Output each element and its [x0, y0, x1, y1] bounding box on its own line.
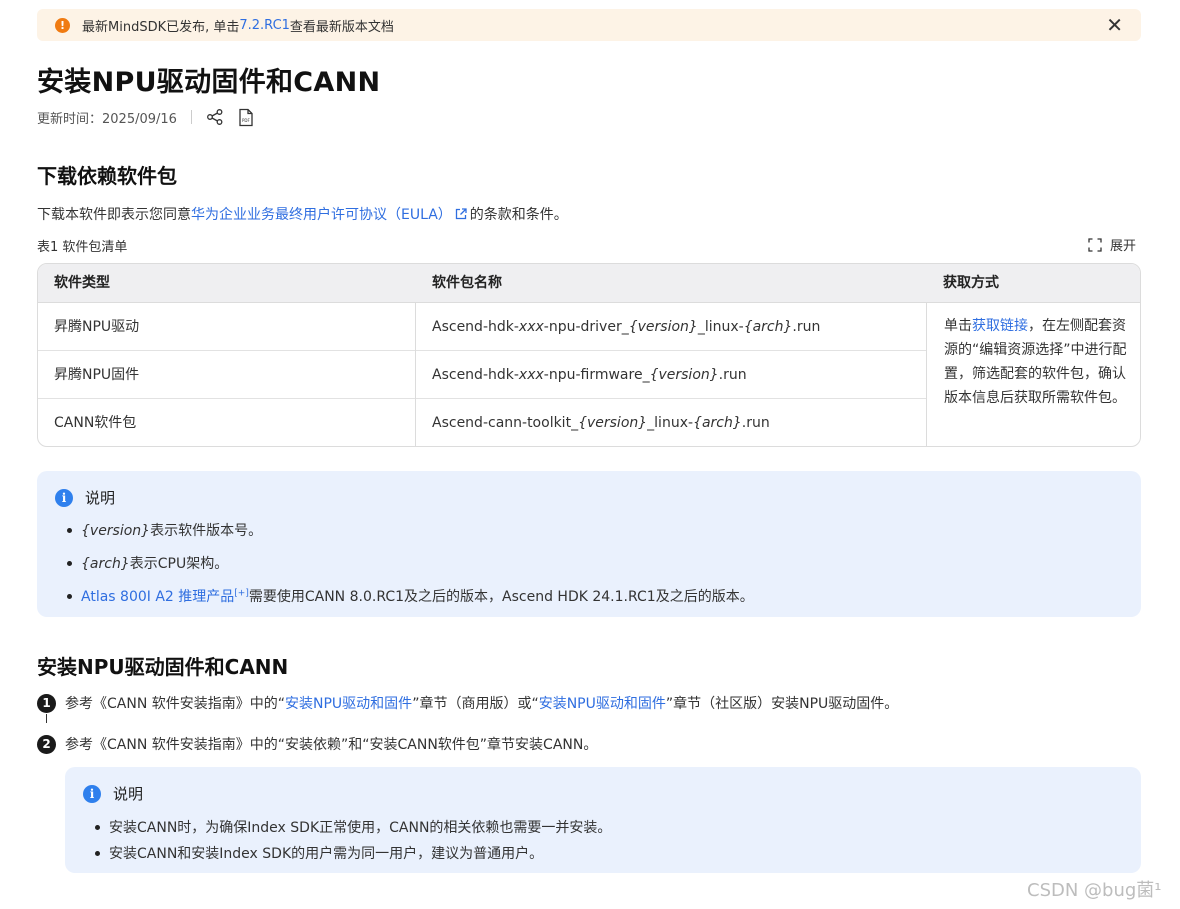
note-title: 说明	[113, 785, 144, 803]
list-item: 安装CANN和安装Index SDK的用户需为同一用户，建议为普通用户。	[95, 843, 611, 863]
list-item: {arch}表示CPU架构。	[67, 553, 754, 573]
note-list: {version}表示软件版本号。 {arch}表示CPU架构。 Atlas 8…	[67, 520, 754, 606]
table-row: 昇腾NPU驱动 Ascend-hdk-xxx-npu-driver_{versi…	[38, 303, 927, 351]
cell-type: 昇腾NPU驱动	[54, 319, 140, 335]
get-link[interactable]: 获取链接	[972, 318, 1028, 334]
note-list: 安装CANN时，为确保Index SDK正常使用，CANN的相关依赖也需要一并安…	[95, 817, 611, 863]
eula-link[interactable]: 华为企业业务最终用户许可协议（EULA）	[191, 207, 452, 223]
table-caption: 表1 软件包清单	[37, 240, 128, 255]
download-heading: 下载依赖软件包	[37, 164, 177, 188]
step-connector	[46, 714, 47, 723]
cell-type: 昇腾NPU固件	[54, 367, 140, 383]
install-heading: 安装NPU驱动固件和CANN	[37, 655, 289, 679]
cell-type: CANN软件包	[54, 415, 137, 431]
package-table: 软件类型 软件包名称 获取方式 昇腾NPU驱动 Ascend-hdk-xxx-n…	[37, 263, 1141, 447]
step-number: 2	[37, 734, 56, 754]
step-text: 参考《CANN 软件安装指南》中的“安装依赖”和“安装CANN软件包”章节安装C…	[65, 737, 598, 753]
note-header: i 说明	[55, 487, 115, 508]
cell-get-method: 单击获取链接，在左侧配套资源的“编辑资源选择”中进行配置，筛选配套的软件包，确认…	[944, 318, 1127, 406]
header-get-method: 获取方式	[943, 275, 999, 291]
cell-package: Ascend-cann-toolkit_{version}_linux-{arc…	[432, 415, 770, 431]
note-title: 说明	[85, 489, 116, 507]
list-item: {version}表示软件版本号。	[67, 520, 754, 540]
note-header: i 说明	[83, 783, 143, 804]
list-item: Atlas 800I A2 推理产品[+]需要使用CANN 8.0.RC1及之后…	[67, 586, 754, 606]
install-driver-link-community[interactable]: 安装NPU驱动和固件	[539, 693, 666, 713]
expand-label: 展开	[1110, 239, 1137, 254]
eula-paragraph: 下载本软件即表示您同意华为企业业务最终用户许可协议（EULA） 的条款和条件。	[37, 204, 568, 225]
update-time: 更新时间：2025/09/16	[37, 111, 177, 127]
warning-icon: !	[55, 17, 70, 33]
meta-divider	[190, 110, 192, 124]
close-icon[interactable]: ✕	[1106, 15, 1123, 35]
info-icon: i	[55, 488, 73, 507]
ref-marker[interactable]: [+]	[234, 588, 249, 598]
step-number: 1	[37, 693, 56, 713]
cell-package: Ascend-hdk-xxx-npu-firmware_{version}.ru…	[432, 367, 747, 383]
step-item: 2 参考《CANN 软件安装指南》中的“安装依赖”和“安装CANN软件包”章节安…	[37, 734, 597, 754]
info-icon: i	[83, 784, 101, 803]
page-title: 安装NPU驱动固件和CANN	[37, 67, 381, 98]
banner-version-link[interactable]: 7.2.RC1	[239, 18, 290, 33]
header-package-name: 软件包名称	[432, 275, 502, 291]
cell-package: Ascend-hdk-xxx-npu-driver_{version}_linu…	[432, 319, 821, 335]
note-box: i 说明 {version}表示软件版本号。 {arch}表示CPU架构。 At…	[37, 471, 1141, 617]
column-divider	[926, 303, 927, 446]
expand-button[interactable]: 展开	[1088, 235, 1136, 254]
header-software-type: 软件类型	[54, 275, 110, 291]
table-row: 昇腾NPU固件 Ascend-hdk-xxx-npu-firmware_{ver…	[38, 351, 927, 399]
step-item: 1 参考《CANN 软件安装指南》中的“ 安装NPU驱动和固件 ”章节（商用版）或“…	[37, 693, 898, 713]
table-header: 软件类型 软件包名称 获取方式	[38, 264, 1140, 303]
eula-text-after: 的条款和条件。	[469, 207, 568, 223]
banner-text-before: 最新MindSDK已发布, 单击	[82, 19, 240, 35]
expand-icon	[1088, 237, 1102, 252]
external-link-icon[interactable]	[454, 207, 468, 225]
eula-text-before: 下载本软件即表示您同意	[37, 207, 191, 223]
page-meta: 更新时间：2025/09/16 PDF	[37, 107, 268, 127]
note-box: i 说明 安装CANN时，为确保Index SDK正常使用，CANN的相关依赖也…	[65, 767, 1141, 873]
share-icon[interactable]	[206, 108, 224, 126]
pdf-download-icon[interactable]: PDF	[238, 108, 254, 127]
notice-banner: ! 最新MindSDK已发布, 单击 7.2.RC1 查看最新版本文档 ✕	[37, 9, 1141, 41]
install-driver-link-commercial[interactable]: 安装NPU驱动和固件	[285, 693, 412, 713]
watermark: CSDN @bug菌¹	[1027, 880, 1162, 901]
table-row: CANN软件包 Ascend-cann-toolkit_{version}_li…	[38, 399, 927, 446]
svg-text:PDF: PDF	[242, 118, 250, 123]
column-divider	[415, 303, 416, 446]
atlas-link[interactable]: Atlas 800I A2 推理产品	[81, 589, 234, 605]
list-item: 安装CANN时，为确保Index SDK正常使用，CANN的相关依赖也需要一并安…	[95, 817, 611, 837]
banner-text-after: 查看最新版本文档	[289, 19, 394, 35]
